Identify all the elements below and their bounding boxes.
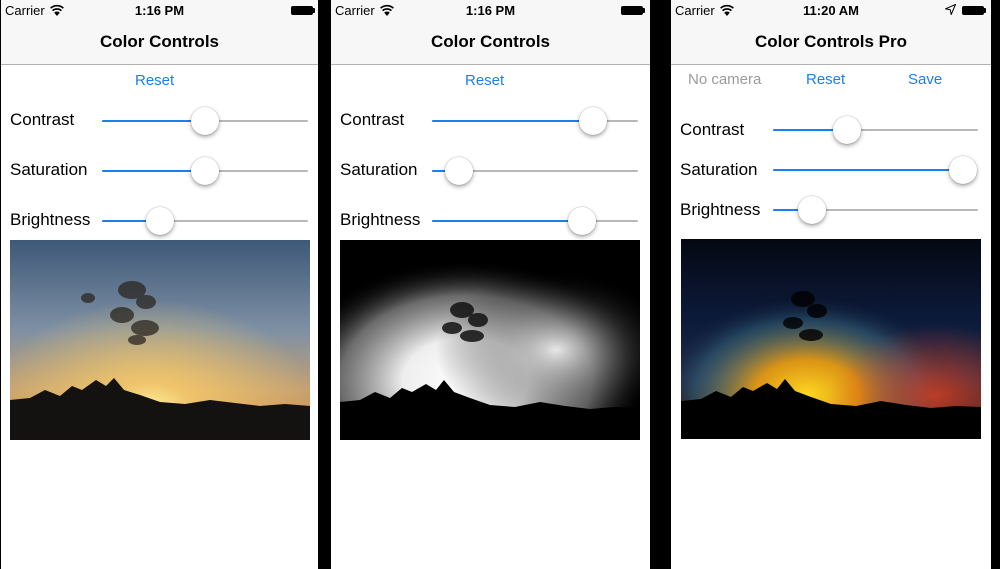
battery-tip — [643, 8, 645, 13]
battery-tip — [313, 8, 315, 13]
brightness-label: Brightness — [10, 210, 91, 229]
contrast-label: Contrast — [680, 120, 745, 139]
battery-icon — [962, 6, 984, 15]
contrast-slider[interactable] — [102, 107, 308, 135]
phone-screen-1: Carrier 1:16 PM Color Controls Reset Con… — [1, 0, 318, 569]
contrast-slider-thumb[interactable] — [832, 116, 861, 144]
navigation-bar: Color Controls Pro — [671, 20, 991, 65]
save-button[interactable]: Save — [908, 71, 942, 88]
saturation-slider-fill — [102, 170, 205, 172]
brightness-slider-thumb[interactable] — [568, 207, 597, 235]
status-time: 11:20 AM — [803, 3, 859, 18]
saturation-slider-thumb[interactable] — [949, 156, 977, 184]
saturation-label: Saturation — [10, 160, 88, 179]
brightness-slider-thumb[interactable] — [145, 207, 174, 235]
navigation-bar: Color Controls — [1, 20, 318, 65]
contrast-slider-thumb[interactable] — [578, 107, 607, 135]
brightness-slider-fill — [432, 220, 583, 222]
brightness-slider[interactable] — [102, 207, 308, 235]
status-bar: Carrier 1:16 PM — [1, 0, 318, 20]
sunset-photo — [10, 240, 310, 440]
brightness-label: Brightness — [680, 200, 761, 219]
nav-title: Color Controls — [431, 32, 550, 51]
contrast-slider[interactable] — [773, 116, 978, 144]
status-bar: Carrier 1:16 PM — [331, 0, 650, 20]
phone-screen-3: Carrier 11:20 AM Color Controls Pro No c… — [671, 0, 991, 569]
saturation-label: Saturation — [340, 160, 418, 179]
saturation-slider[interactable] — [102, 157, 308, 185]
saturation-slider-thumb[interactable] — [444, 157, 473, 185]
nav-title: Color Controls — [100, 32, 219, 51]
location-arrow-icon — [945, 4, 956, 15]
reset-button[interactable]: Reset — [806, 71, 845, 88]
contrast-label: Contrast — [10, 110, 75, 129]
status-bar: Carrier 11:20 AM — [671, 0, 991, 20]
brightness-slider[interactable] — [432, 207, 638, 235]
sunset-photo — [340, 240, 640, 440]
saturation-slider[interactable] — [432, 157, 638, 185]
no-camera-button[interactable]: No camera — [688, 71, 761, 88]
contrast-slider[interactable] — [432, 107, 638, 135]
saturation-label: Saturation — [680, 160, 758, 179]
brightness-slider-thumb[interactable] — [797, 196, 826, 224]
brightness-label: Brightness — [340, 210, 421, 229]
contrast-label: Contrast — [340, 110, 405, 129]
contrast-slider-fill — [102, 120, 205, 122]
saturation-slider-fill — [773, 169, 963, 171]
battery-icon — [621, 6, 643, 15]
status-time: 1:16 PM — [134, 3, 185, 18]
status-time: 1:16 PM — [465, 3, 516, 18]
saturation-slider[interactable] — [773, 156, 977, 184]
reset-button[interactable]: Reset — [465, 72, 504, 89]
battery-icon — [291, 6, 313, 15]
phone-screen-2: Carrier 1:16 PM Color Controls Reset Con… — [331, 0, 650, 569]
nav-title: Color Controls Pro — [754, 32, 908, 51]
navigation-bar: Color Controls — [331, 20, 650, 65]
sunset-photo — [681, 239, 981, 439]
reset-button[interactable]: Reset — [135, 72, 174, 89]
battery-tip — [984, 8, 986, 13]
brightness-slider[interactable] — [773, 196, 978, 224]
contrast-slider-thumb[interactable] — [191, 107, 219, 135]
saturation-slider-thumb[interactable] — [191, 157, 219, 185]
contrast-slider-fill — [432, 120, 593, 122]
